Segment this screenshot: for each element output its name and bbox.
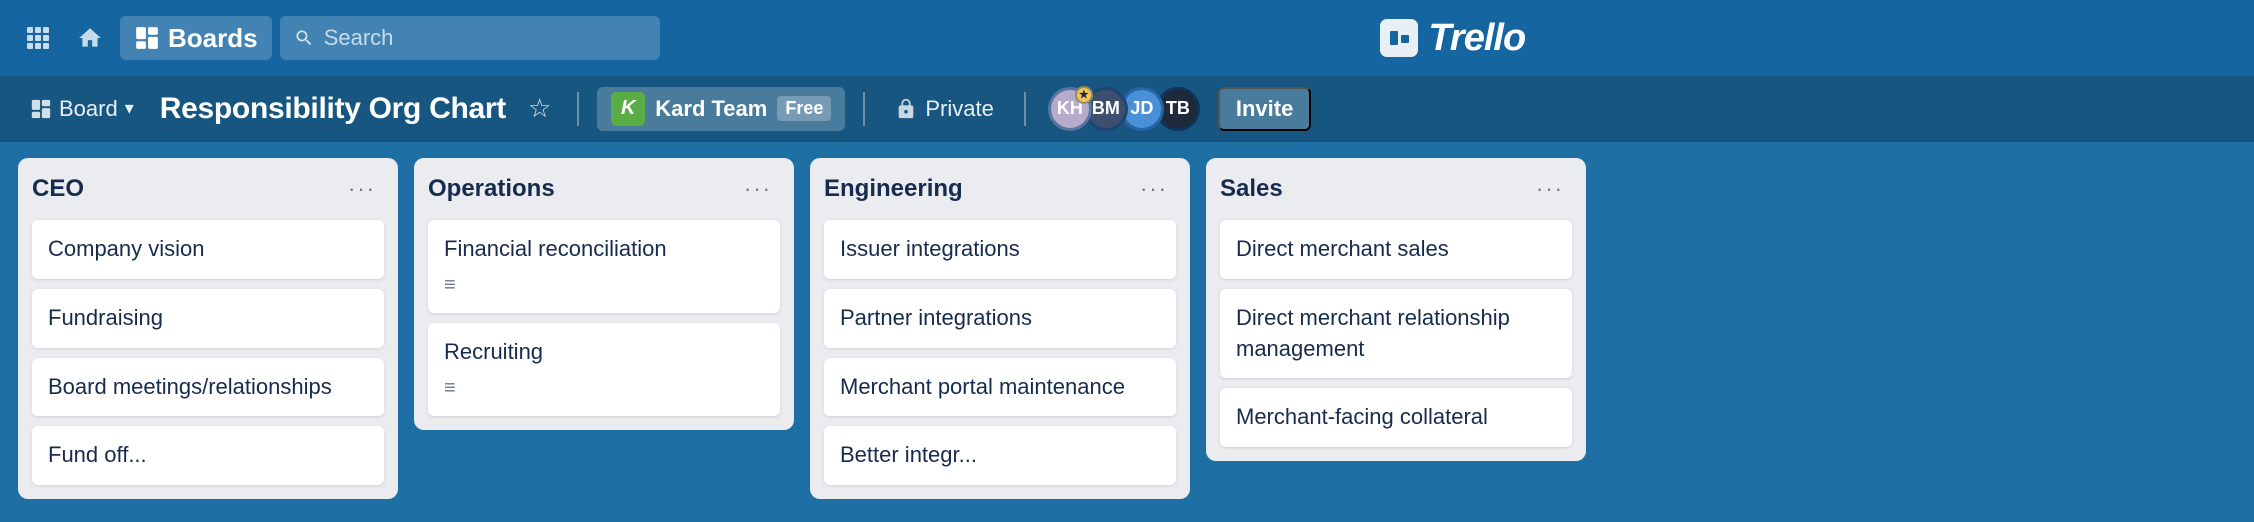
home-button[interactable] bbox=[68, 16, 112, 60]
board-bar: Board ▾ Responsibility Org Chart ☆ K Kar… bbox=[0, 76, 2254, 142]
card-item[interactable]: Partner integrations bbox=[824, 289, 1176, 348]
list-menu-button-ceo[interactable]: ··· bbox=[340, 172, 384, 206]
card-text: Direct merchant relationship management bbox=[1236, 305, 1510, 361]
card-text: Merchant-facing collateral bbox=[1236, 404, 1488, 429]
description-icon: ≡ bbox=[444, 271, 764, 299]
free-badge: Free bbox=[777, 96, 831, 121]
list-header-sales: Sales ··· bbox=[1220, 172, 1572, 206]
avatar-kh[interactable]: KH ★ bbox=[1048, 87, 1092, 131]
card-text: Fund off... bbox=[48, 442, 147, 467]
divider-3 bbox=[1024, 92, 1026, 126]
invite-button[interactable]: Invite bbox=[1218, 87, 1311, 131]
private-label: Private bbox=[925, 96, 993, 122]
card-item[interactable]: Fund off... bbox=[32, 426, 384, 485]
card-item[interactable]: Direct merchant sales bbox=[1220, 220, 1572, 279]
card-item[interactable]: Merchant portal maintenance bbox=[824, 358, 1176, 417]
star-button[interactable]: ☆ bbox=[520, 88, 559, 129]
card-text: Fundraising bbox=[48, 305, 163, 330]
avatar-jd-initials: JD bbox=[1130, 98, 1153, 119]
card-text: Better integr... bbox=[840, 442, 977, 467]
list-title-ceo: CEO bbox=[32, 175, 84, 203]
list-menu-button-engineering[interactable]: ··· bbox=[1132, 172, 1176, 206]
invite-label: Invite bbox=[1236, 96, 1293, 122]
list-title-engineering: Engineering bbox=[824, 175, 963, 203]
card-text: Partner integrations bbox=[840, 305, 1032, 330]
boards-nav-button[interactable]: Boards bbox=[120, 16, 272, 60]
card-item[interactable]: Financial reconciliation ≡ bbox=[428, 220, 780, 313]
search-bar[interactable] bbox=[280, 16, 660, 60]
list-title-operations: Operations bbox=[428, 175, 555, 203]
card-item[interactable]: Better integr... bbox=[824, 426, 1176, 485]
list-title-sales: Sales bbox=[1220, 175, 1283, 203]
card-item[interactable]: Merchant-facing collateral bbox=[1220, 388, 1572, 447]
list-header-ceo: CEO ··· bbox=[32, 172, 384, 206]
card-text: Merchant portal maintenance bbox=[840, 374, 1125, 399]
trello-logo: Trello bbox=[1380, 17, 1525, 60]
board-content: CEO ··· Company vision Fundraising Board m… bbox=[0, 142, 2254, 522]
card-item[interactable]: Company vision bbox=[32, 220, 384, 279]
card-item[interactable]: Direct merchant relationship management bbox=[1220, 289, 1572, 379]
list-menu-button-operations[interactable]: ··· bbox=[736, 172, 780, 206]
card-text: Direct merchant sales bbox=[1236, 236, 1449, 261]
avatar-star-badge: ★ bbox=[1075, 86, 1093, 104]
card-item[interactable]: Recruiting ≡ bbox=[428, 323, 780, 416]
board-view-label: Board bbox=[59, 96, 118, 122]
team-icon: K bbox=[611, 92, 645, 126]
card-text: Board meetings/relationships bbox=[48, 374, 332, 399]
card-item[interactable]: Fundraising bbox=[32, 289, 384, 348]
list-header-engineering: Engineering ··· bbox=[824, 172, 1176, 206]
divider-2 bbox=[863, 92, 865, 126]
card-text: Company vision bbox=[48, 236, 205, 261]
board-title: Responsibility Org Chart bbox=[160, 92, 506, 126]
chevron-down-icon: ▾ bbox=[125, 98, 134, 119]
apps-button[interactable] bbox=[16, 16, 60, 60]
description-icon: ≡ bbox=[444, 374, 764, 402]
list-header-operations: Operations ··· bbox=[428, 172, 780, 206]
card-text: Issuer integrations bbox=[840, 236, 1020, 261]
list-ceo: CEO ··· Company vision Fundraising Board m… bbox=[18, 158, 398, 499]
avatar-bm-initials: BM bbox=[1092, 98, 1120, 119]
card-item[interactable]: Issuer integrations bbox=[824, 220, 1176, 279]
card-item[interactable]: Board meetings/relationships bbox=[32, 358, 384, 417]
board-view-button[interactable]: Board ▾ bbox=[18, 89, 146, 129]
divider bbox=[577, 92, 579, 126]
team-avatars: KH ★ BM JD TB bbox=[1048, 87, 1200, 131]
list-sales: Sales ··· Direct merchant sales Direct me… bbox=[1206, 158, 1586, 461]
list-operations: Operations ··· Financial reconciliation ≡… bbox=[414, 158, 794, 430]
team-button[interactable]: K Kard Team Free bbox=[597, 87, 845, 131]
top-nav: Boards Trello bbox=[0, 0, 2254, 76]
search-input[interactable] bbox=[324, 25, 646, 51]
trello-wordmark: Trello bbox=[1428, 17, 1525, 60]
avatar-tb-initials: TB bbox=[1166, 98, 1190, 119]
list-menu-button-sales[interactable]: ··· bbox=[1528, 172, 1572, 206]
boards-label: Boards bbox=[168, 23, 258, 54]
card-text: Recruiting bbox=[444, 339, 543, 364]
private-button[interactable]: Private bbox=[883, 89, 1005, 129]
team-name: Kard Team bbox=[655, 96, 767, 122]
list-engineering: Engineering ··· Issuer integrations Partn… bbox=[810, 158, 1190, 499]
card-text: Financial reconciliation bbox=[444, 236, 667, 261]
